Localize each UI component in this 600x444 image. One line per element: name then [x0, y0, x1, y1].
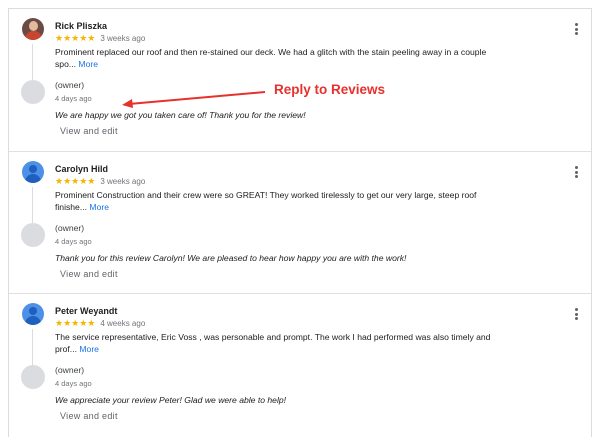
annotation-label: Reply to Reviews	[274, 82, 386, 97]
thread-line	[32, 329, 33, 365]
thread-line	[32, 44, 33, 80]
owner-reply-text: We are happy we got you taken care of! T…	[55, 110, 306, 120]
review-text: Prominent Construction and their crew we…	[55, 189, 535, 213]
review-text-line: prof...	[55, 344, 77, 354]
rating-row: ★★★★★ 3 weeks ago	[55, 176, 145, 187]
star-rating-icon: ★★★★★	[55, 318, 96, 328]
owner-reply-text: Thank you for this review Carolyn! We ar…	[55, 253, 407, 263]
more-options-icon[interactable]	[572, 166, 580, 180]
owner-label: (owner)	[55, 365, 85, 375]
view-and-edit-button[interactable]: View and edit	[60, 126, 118, 136]
review-time: 4 weeks ago	[100, 319, 146, 328]
review-text: The service representative, Eric Voss , …	[55, 331, 535, 355]
reviewer-name[interactable]: Peter Weyandt	[55, 306, 117, 316]
owner-avatar	[21, 80, 45, 104]
reviewer-avatar[interactable]	[22, 303, 44, 325]
rating-row: ★★★★★ 3 weeks ago	[55, 33, 145, 44]
reviewer-avatar[interactable]	[22, 161, 44, 183]
reviewer-name[interactable]: Carolyn Hild	[55, 164, 108, 174]
review-text-line: Prominent replaced our roof and then re-…	[55, 47, 487, 57]
reviewer-name[interactable]: Rick Pliszka	[55, 21, 107, 31]
reviews-panel: Rick Pliszka ★★★★★ 3 weeks ago Prominent …	[8, 8, 592, 437]
view-and-edit-button[interactable]: View and edit	[60, 411, 118, 421]
review-text-line: The service representative, Eric Voss , …	[55, 332, 491, 342]
owner-avatar	[21, 365, 45, 389]
more-link[interactable]: More	[79, 344, 99, 354]
more-options-icon[interactable]	[572, 23, 580, 37]
owner-reply-time: 4 days ago	[55, 237, 92, 246]
more-options-icon[interactable]	[572, 308, 580, 322]
thread-line	[32, 187, 33, 223]
review-time: 3 weeks ago	[100, 34, 146, 43]
review-card: Peter Weyandt ★★★★★ 4 weeks ago The servi…	[9, 294, 591, 444]
owner-reply-text: We appreciate your review Peter! Glad we…	[55, 395, 287, 405]
review-card: Carolyn Hild ★★★★★ 3 weeks ago Prominent …	[9, 152, 591, 294]
view-and-edit-button[interactable]: View and edit	[60, 269, 118, 279]
more-link[interactable]: More	[89, 202, 109, 212]
review-text-line: finishe...	[55, 202, 88, 212]
review-text-line: spo...	[55, 59, 77, 69]
review-text: Prominent replaced our roof and then re-…	[55, 46, 535, 70]
star-rating-icon: ★★★★★	[55, 176, 96, 186]
rating-row: ★★★★★ 4 weeks ago	[55, 318, 145, 329]
owner-label: (owner)	[55, 223, 85, 233]
owner-reply-time: 4 days ago	[55, 379, 92, 388]
owner-label: (owner)	[55, 80, 85, 90]
owner-avatar	[21, 223, 45, 247]
review-time: 3 weeks ago	[100, 177, 146, 186]
more-link[interactable]: More	[78, 59, 98, 69]
review-text-line: Prominent Construction and their crew we…	[55, 190, 477, 200]
star-rating-icon: ★★★★★	[55, 33, 96, 43]
reviewer-avatar[interactable]	[22, 18, 44, 40]
owner-reply-time: 4 days ago	[55, 94, 92, 103]
review-card: Rick Pliszka ★★★★★ 3 weeks ago Prominent …	[9, 9, 591, 152]
annotation-arrow-icon	[122, 91, 266, 108]
